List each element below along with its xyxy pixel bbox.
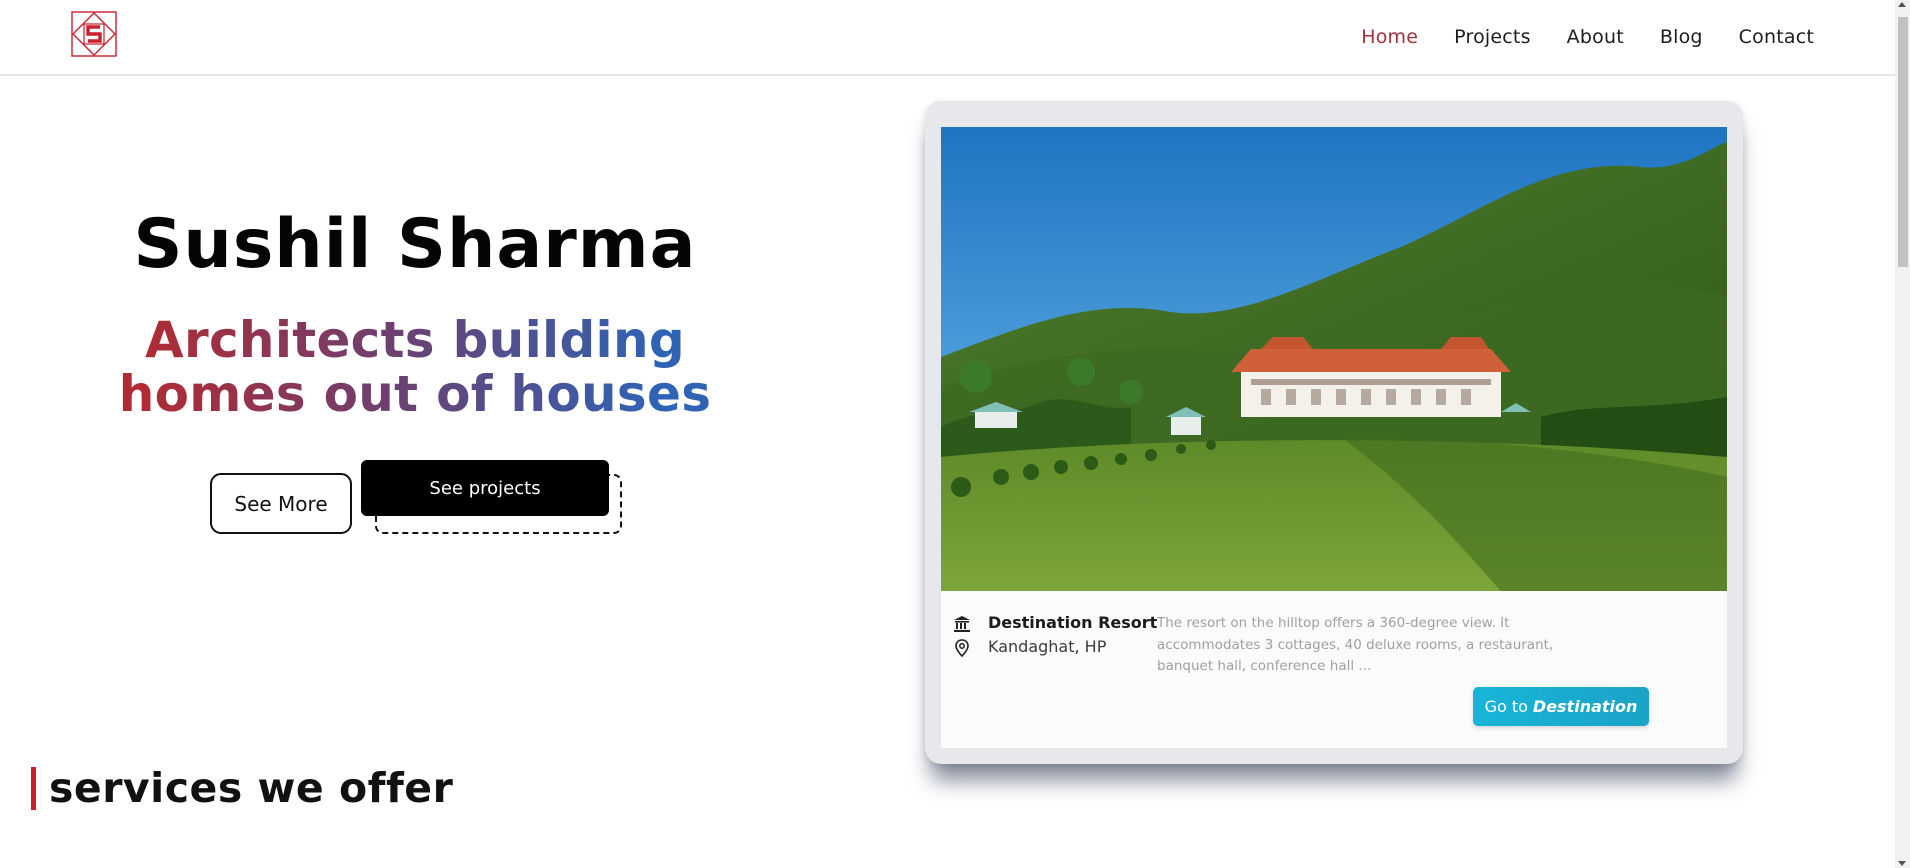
nav-blog[interactable]: Blog [1660,26,1703,48]
location-pin-icon [953,639,971,658]
see-projects-button[interactable]: See projects [361,460,609,516]
hero-tagline: Architects building homes out of houses [95,313,735,421]
scroll-down-arrow-icon[interactable] [1898,861,1906,866]
project-card: Destination Resort Kandaghat, HP The res… [925,101,1743,764]
project-description: The resort on the hilltop offers a 360-d… [1157,615,1554,674]
nav-projects[interactable]: Projects [1454,26,1531,48]
project-location: Kandaghat, HP [988,637,1107,656]
project-photo [941,127,1727,591]
services-accent-bar [31,767,36,810]
s-diamond-logo-icon[interactable] [71,11,117,57]
nav-links: Home Projects About Blog Contact [1361,26,1814,48]
hero-tagline-line1: Architects building [145,311,685,369]
go-to-destination-button[interactable]: Go to Destination [1473,687,1649,726]
hero-name: Sushil Sharma [133,205,697,284]
go-to-label: Go to [1484,697,1528,716]
nav-contact[interactable]: Contact [1739,26,1814,48]
page-scrollbar[interactable] [1895,0,1910,868]
see-projects-button-group: See projects [361,460,623,535]
services-title: services we offer [49,764,454,812]
building-icon [953,615,971,633]
scroll-up-arrow-icon[interactable] [1898,2,1906,7]
see-more-button[interactable]: See More [210,473,352,534]
project-name: Destination Resort [988,613,1158,632]
navbar: Home Projects About Blog Contact [0,0,1895,76]
scroll-thumb[interactable] [1898,17,1908,267]
nav-about[interactable]: About [1567,26,1624,48]
nav-home[interactable]: Home [1361,26,1418,48]
destination-label: Destination [1532,697,1638,716]
page: Home Projects About Blog Contact Sushil … [0,0,1910,868]
project-info: Destination Resort Kandaghat, HP The res… [941,591,1727,748]
hero-tagline-line2: homes out of houses [118,365,712,423]
